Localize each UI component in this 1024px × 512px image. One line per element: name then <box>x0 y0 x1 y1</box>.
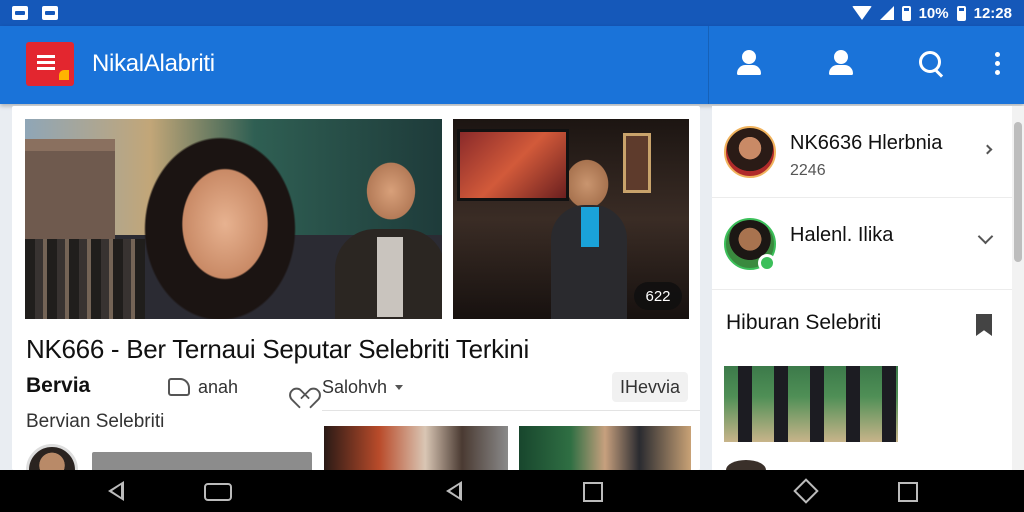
gallery-notification-icon <box>12 6 28 20</box>
overview-icon[interactable] <box>583 482 603 502</box>
sidebar-item-1[interactable]: NK6636 Hlerbnia 2246 <box>712 106 1012 198</box>
search-icon[interactable] <box>916 48 948 80</box>
stage-wall-frame <box>623 133 651 193</box>
wifi-icon <box>851 6 872 20</box>
app-bar-divider <box>708 26 709 104</box>
content-divider <box>322 410 700 411</box>
hero-celebrity-image[interactable] <box>25 119 442 319</box>
message-notification-icon <box>42 6 58 20</box>
like-label: Salohvh <box>322 376 388 397</box>
more-options-icon[interactable] <box>981 48 1013 80</box>
profile-icon[interactable] <box>733 48 765 80</box>
app-logo[interactable] <box>26 42 74 86</box>
stage-presenter-shirt <box>581 207 599 247</box>
article-meta-row: Bervia anah Salohvh IHevvia <box>26 372 688 402</box>
app-bar: NikalAlabriti <box>0 26 1024 104</box>
hero-man-shirt <box>377 237 403 317</box>
chevron-right-icon <box>982 144 993 155</box>
hero-building <box>25 139 115 239</box>
recents-icon[interactable] <box>204 483 232 501</box>
system-nav-bar <box>0 470 1024 512</box>
category-chip[interactable]: IHevvia <box>611 372 688 402</box>
sidebar-item-2[interactable]: Halenl. Ilika <box>712 198 1012 290</box>
author-avatar[interactable] <box>26 444 78 470</box>
sidebar-thumbnail[interactable] <box>724 366 898 442</box>
logo-accent <box>59 70 69 80</box>
menu-lines-icon <box>37 55 55 58</box>
sidebar-section-title: Hiburan Selebriti <box>726 311 882 334</box>
stage-screen <box>457 129 569 201</box>
app-bar-actions <box>720 26 1024 104</box>
battery-icon-secondary <box>956 5 966 21</box>
avatar <box>724 126 776 178</box>
sidebar-item-name: Halenl. Ilika <box>790 224 894 246</box>
status-time: 12:28 <box>973 4 1012 22</box>
status-bar: 10% 12:28 <box>0 0 1024 26</box>
main-content-card: 622 NK666 - Ber Ternaui Seputar Selebrit… <box>12 106 700 470</box>
sidebar-item-name: NK6636 Hlerbnia <box>790 132 943 154</box>
back-icon[interactable] <box>108 481 126 501</box>
like-button[interactable]: Salohvh <box>292 372 404 402</box>
sidebar-item-count: 2246 <box>790 162 826 179</box>
hero-crowd <box>25 239 145 319</box>
heart-icon <box>292 377 314 397</box>
chevron-down-icon <box>395 384 404 390</box>
square-icon[interactable] <box>898 482 918 502</box>
home-diamond-icon[interactable] <box>793 478 819 504</box>
article-category: Bervia <box>26 374 91 397</box>
section-subtitle: Bervian Selebriti <box>26 411 165 432</box>
online-status-icon <box>758 254 776 272</box>
article-headline[interactable]: NK666 - Ber Ternaui Seputar Selebriti Te… <box>26 334 529 365</box>
sidebar-panel: NK6636 Hlerbnia 2246 Halenl. Ilika Hibur… <box>712 106 1012 470</box>
related-thumbnail-1[interactable] <box>324 426 508 470</box>
app-title: NikalAlabriti <box>92 50 215 77</box>
share-button[interactable]: anah <box>168 372 238 402</box>
battery-icon <box>901 5 911 21</box>
share-icon <box>168 378 190 396</box>
image-count-badge: 622 <box>634 282 682 310</box>
loading-placeholder-bar <box>92 452 312 470</box>
bookmark-icon[interactable] <box>976 314 992 336</box>
avatar <box>726 460 766 470</box>
scrollbar-thumb[interactable] <box>1014 122 1022 262</box>
back-icon-secondary[interactable] <box>446 481 464 501</box>
battery-percent: 10% <box>918 4 949 22</box>
account-icon[interactable] <box>825 48 857 80</box>
signal-icon <box>879 6 894 20</box>
related-thumbnail-2[interactable] <box>519 426 691 470</box>
share-label: anah <box>198 376 239 397</box>
